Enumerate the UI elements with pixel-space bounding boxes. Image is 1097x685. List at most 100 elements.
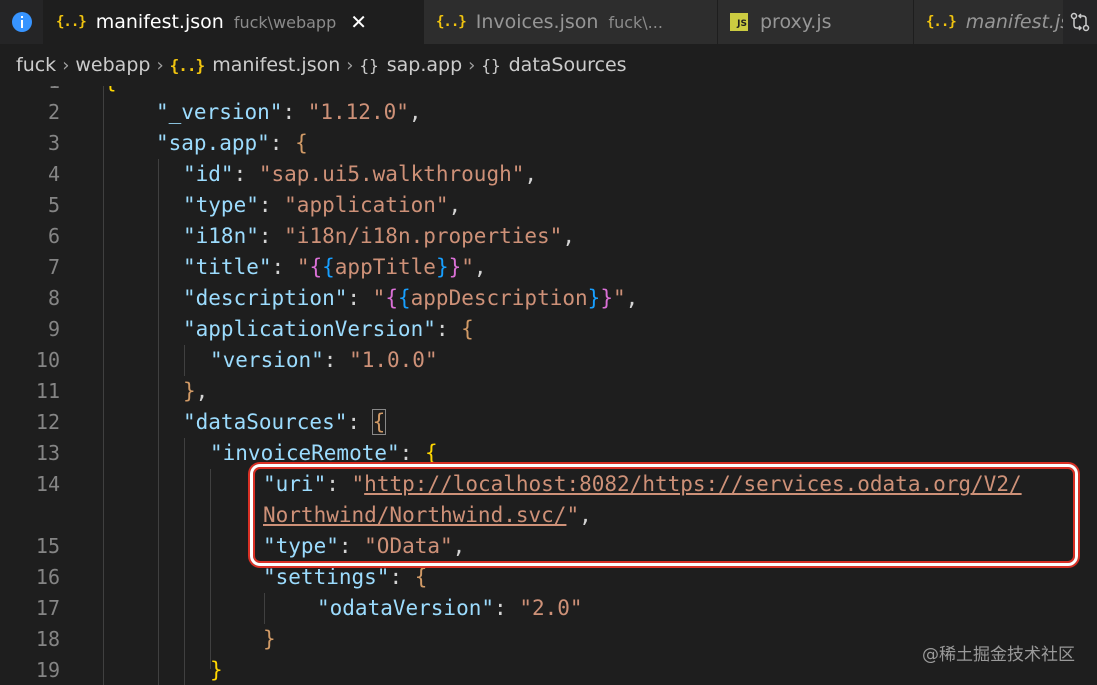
line-number: 13 [35, 441, 60, 465]
breadcrumb-item[interactable]: sap.app [387, 54, 462, 76]
code-line: 9 "applicationVersion": { [0, 314, 1097, 345]
tab-proxy-js[interactable]: JS proxy.js [718, 0, 914, 44]
info-tab[interactable] [0, 0, 44, 44]
line-number: 17 [35, 596, 60, 620]
tab-manifest-json[interactable]: {..} manifest.json fuck\webapp ✕ [44, 0, 424, 44]
json-key: "type" [183, 193, 259, 217]
json-key: "version" [210, 348, 324, 372]
code-text: "settings": { [263, 565, 428, 589]
git-compare-icon[interactable] [1069, 11, 1091, 33]
chevron-right-icon: › [468, 54, 476, 76]
line-number: 9 [47, 317, 60, 341]
json-key: "type" [263, 534, 339, 558]
json-file-icon: {..} [169, 55, 206, 75]
chevron-right-icon: › [156, 54, 164, 76]
code-text: } [263, 624, 276, 655]
tab-description: fuck\webapp [233, 12, 337, 32]
brace: } [263, 627, 276, 651]
code-line: 15 "type": "OData", [0, 531, 1097, 562]
json-value: "application" [284, 193, 449, 217]
object-icon: {} [359, 55, 379, 75]
json-file-icon: {..} [926, 14, 957, 30]
json-key: "sap.app" [156, 131, 270, 155]
uri-link[interactable]: Northwind/Northwind.svc/ [263, 503, 566, 527]
js-file-icon: JS [730, 13, 748, 31]
json-file-icon: {..} [436, 14, 467, 30]
line-number: 12 [35, 410, 60, 434]
tab-invoices-json[interactable]: {..} Invoices.json fuck\... [424, 0, 718, 44]
code-text: "uri": "http://localhost:8082/https://se… [263, 472, 1022, 496]
tab-label: Invoices.json [475, 11, 599, 33]
line-number: 2 [47, 100, 60, 124]
code-line: 2 "_version": "1.12.0", [0, 97, 1097, 128]
json-value: appTitle [334, 255, 436, 279]
code-text: } [210, 655, 223, 685]
code-text: "version": "1.0.0" [210, 348, 438, 372]
code-text: "title": "{{appTitle}}", [183, 255, 487, 279]
breadcrumb-item[interactable]: fuck [16, 54, 56, 76]
code-line: 10 "version": "1.0.0" [0, 345, 1097, 376]
json-key: "dataSources" [183, 410, 348, 434]
code-line: 6 "i18n": "i18n/i18n.properties", [0, 221, 1097, 252]
line-number: 8 [47, 286, 60, 310]
json-key: "settings" [263, 565, 390, 589]
brace: { [104, 86, 117, 97]
code-text: "type": "application", [183, 193, 462, 217]
code-text: Northwind/Northwind.svc/", [263, 503, 592, 527]
code-line: 3 "sap.app": { [0, 128, 1097, 159]
code-text: "invoiceRemote": { [210, 441, 438, 465]
line-number: 3 [47, 131, 60, 155]
json-key: "description" [183, 286, 348, 310]
code-line-wrap: Northwind/Northwind.svc/", [0, 500, 1097, 531]
code-text: "sap.app": { [156, 131, 308, 155]
tab-label: proxy.js [760, 11, 832, 33]
code-text: "id": "sap.ui5.walkthrough", [183, 162, 538, 186]
tab-bar: {..} manifest.json fuck\webapp ✕ {..} In… [0, 0, 1097, 44]
code-line: 7 "title": "{{appTitle}}", [0, 252, 1097, 283]
line-number: 4 [47, 162, 60, 186]
breadcrumb-item[interactable]: dataSources [509, 54, 627, 76]
json-key: "applicationVersion" [183, 317, 436, 341]
json-key: "invoiceRemote" [210, 441, 400, 465]
matched-brace: { [371, 409, 387, 435]
json-key: "id" [183, 162, 234, 186]
json-key: "_version" [156, 100, 283, 124]
json-value: appDescription [410, 286, 588, 310]
code-line: 4 "id": "sap.ui5.walkthrough", [0, 159, 1097, 190]
code-line: 12 "dataSources": { [0, 407, 1097, 438]
code-line: 13 "invoiceRemote": { [0, 438, 1097, 469]
json-value: "2.0" [519, 596, 583, 620]
chevron-right-icon: › [62, 54, 70, 76]
json-value: "1.0.0" [349, 348, 438, 372]
code-text: "_version": "1.12.0", [156, 100, 422, 124]
line-number: 15 [35, 534, 60, 558]
json-file-icon: {..} [56, 14, 87, 30]
brace: } [183, 379, 196, 403]
code-line: 11 }, [0, 376, 1097, 407]
breadcrumb-item[interactable]: manifest.json [212, 54, 340, 76]
json-value: "1.12.0" [307, 100, 409, 124]
code-line: 8 "description": "{{appDescription}}", [0, 283, 1097, 314]
brace: { [295, 131, 308, 155]
line-number: 14 [35, 472, 60, 496]
code-text: "applicationVersion": { [183, 317, 474, 341]
code-text: }, [183, 379, 209, 403]
line-number: 11 [35, 379, 60, 403]
code-line: 5 "type": "application", [0, 190, 1097, 221]
line-number: 5 [47, 193, 60, 217]
brace: { [424, 441, 438, 465]
json-key: "odataVersion" [317, 596, 495, 620]
code-editor[interactable]: 1 { 2 "_version": "1.12.0", 3 "sap.app":… [0, 86, 1097, 685]
code-text: "dataSources": { [183, 409, 387, 435]
uri-link[interactable]: http://localhost:8082/https://services.o… [364, 472, 1021, 496]
close-icon[interactable]: ✕ [350, 10, 367, 34]
code-text: "type": "OData", [263, 534, 466, 558]
editor-actions[interactable] [1063, 0, 1097, 44]
line-number: 19 [35, 658, 60, 682]
breadcrumb-item[interactable]: webapp [75, 54, 150, 76]
tab-label: manifest.json [95, 11, 224, 33]
line-number: 10 [35, 348, 60, 372]
watermark: @稀土掘金技术社区 [922, 645, 1075, 665]
json-key: "uri" [263, 472, 327, 496]
json-value: "OData" [364, 534, 453, 558]
